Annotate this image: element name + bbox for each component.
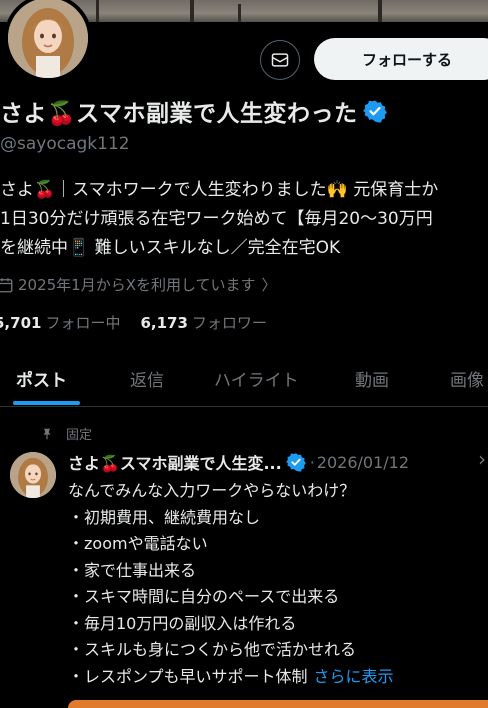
bio-line: 1日30分だけ頑張る在宅ワーク始めて【毎月20～30万円	[0, 209, 433, 229]
tab-replies[interactable]: 返信	[130, 350, 164, 406]
post-separator: ·	[309, 452, 315, 472]
profile-handle: @sayocagk112	[0, 134, 130, 154]
show-more-link[interactable]: さらに表示	[314, 667, 394, 686]
post-line: ・レスポンプも早いサポート体制	[68, 666, 308, 686]
profile-tabs: ポスト 返信 ハイライト 動画 画像	[0, 350, 488, 407]
post-line: なんでみんな入力ワークやらないわけ？	[68, 481, 356, 500]
joined-text: 2025年1月からXを利用しています	[18, 276, 256, 294]
avatar-image	[8, 0, 88, 78]
tab-posts[interactable]: ポスト	[16, 350, 67, 406]
following-link[interactable]: 5,701フォロー中	[0, 312, 120, 333]
following-label: フォロー中	[45, 314, 121, 332]
display-name-row: さよ🍒スマホ副業で人生変わった	[0, 94, 388, 128]
post-line: ・毎月10万円の副収入は作れる	[68, 613, 297, 633]
post-line: ・スキマ時間に自分のペースで出来る	[68, 587, 340, 606]
post-author-name[interactable]: さよ🍒スマホ副業で人生変...	[68, 450, 282, 474]
pinned-text: 固定	[66, 428, 93, 443]
post-line-last: ・レスポンプも早いサポート体制 さらに表示	[68, 664, 488, 691]
profile-avatar[interactable]	[4, 0, 92, 82]
post-line: ・スキルも身につくから他で活かせれる	[68, 640, 357, 659]
tab-highlights[interactable]: ハイライト	[214, 350, 299, 406]
calendar-icon	[0, 277, 13, 292]
banner-palm-trunk	[96, 0, 99, 22]
banner-palm-trunk	[378, 0, 382, 22]
avatar-image	[10, 452, 56, 498]
follow-button[interactable]: フォローする	[314, 38, 488, 80]
active-tab-indicator	[13, 401, 80, 405]
profile-page: フォローする さよ🍒スマホ副業で人生変わった @sayocagk112 さよ🍒｜…	[0, 0, 488, 708]
envelope-icon	[271, 53, 289, 67]
chevron-right-icon: 〉	[261, 276, 277, 294]
banner-palm-trunk	[238, 4, 241, 22]
follow-stats: 5,701フォロー中 6,173フォロワー	[0, 312, 287, 333]
post-line: ・家で仕事出来る	[68, 560, 197, 580]
bio-line: さよ🍒｜スマホワークで人生変わりました🙌 元保育士か	[0, 180, 439, 200]
post-line: ・zoomや電話ない	[68, 534, 208, 553]
post-date[interactable]: 2026/01/12	[317, 453, 409, 472]
post-more-chevron[interactable]: ›	[478, 447, 486, 471]
post-text: なんでみんな入力ワークやらないわけ？ ・初期費用、継続費用なし ・zoomや電話…	[68, 478, 488, 690]
verified-badge-icon[interactable]	[363, 99, 388, 123]
profile-bio: さよ🍒｜スマホワークで人生変わりました🙌 元保育士か 1日30分だけ頑張る在宅ワ…	[0, 176, 488, 263]
joined-date[interactable]: 2025年1月からXを利用しています 〉	[0, 274, 277, 295]
pin-icon	[43, 428, 51, 439]
post-media-preview[interactable]	[68, 700, 488, 708]
tab-videos[interactable]: 動画	[355, 350, 389, 406]
banner-palm-trunk	[190, 0, 194, 22]
post-header: さよ🍒スマホ副業で人生変... · 2026/01/12	[68, 448, 409, 476]
followers-link[interactable]: 6,173 フォロワー	[140, 312, 266, 333]
following-count: 5,701	[0, 314, 42, 332]
pinned-indicator: 固定	[40, 424, 92, 443]
display-name: さよ🍒スマホ副業で人生変わった	[0, 101, 358, 127]
post-line: ・初期費用、継続費用なし	[68, 507, 261, 527]
tab-media[interactable]: 画像	[450, 350, 484, 406]
followers-count: 6,173	[140, 314, 188, 332]
verified-badge-icon	[285, 453, 306, 472]
bio-line: を継続中📱 難しいスキルなし／完全在宅OK	[0, 238, 341, 258]
followers-label: フォロワー	[191, 314, 267, 332]
post-author-avatar[interactable]	[10, 452, 56, 498]
message-button[interactable]	[260, 40, 300, 80]
